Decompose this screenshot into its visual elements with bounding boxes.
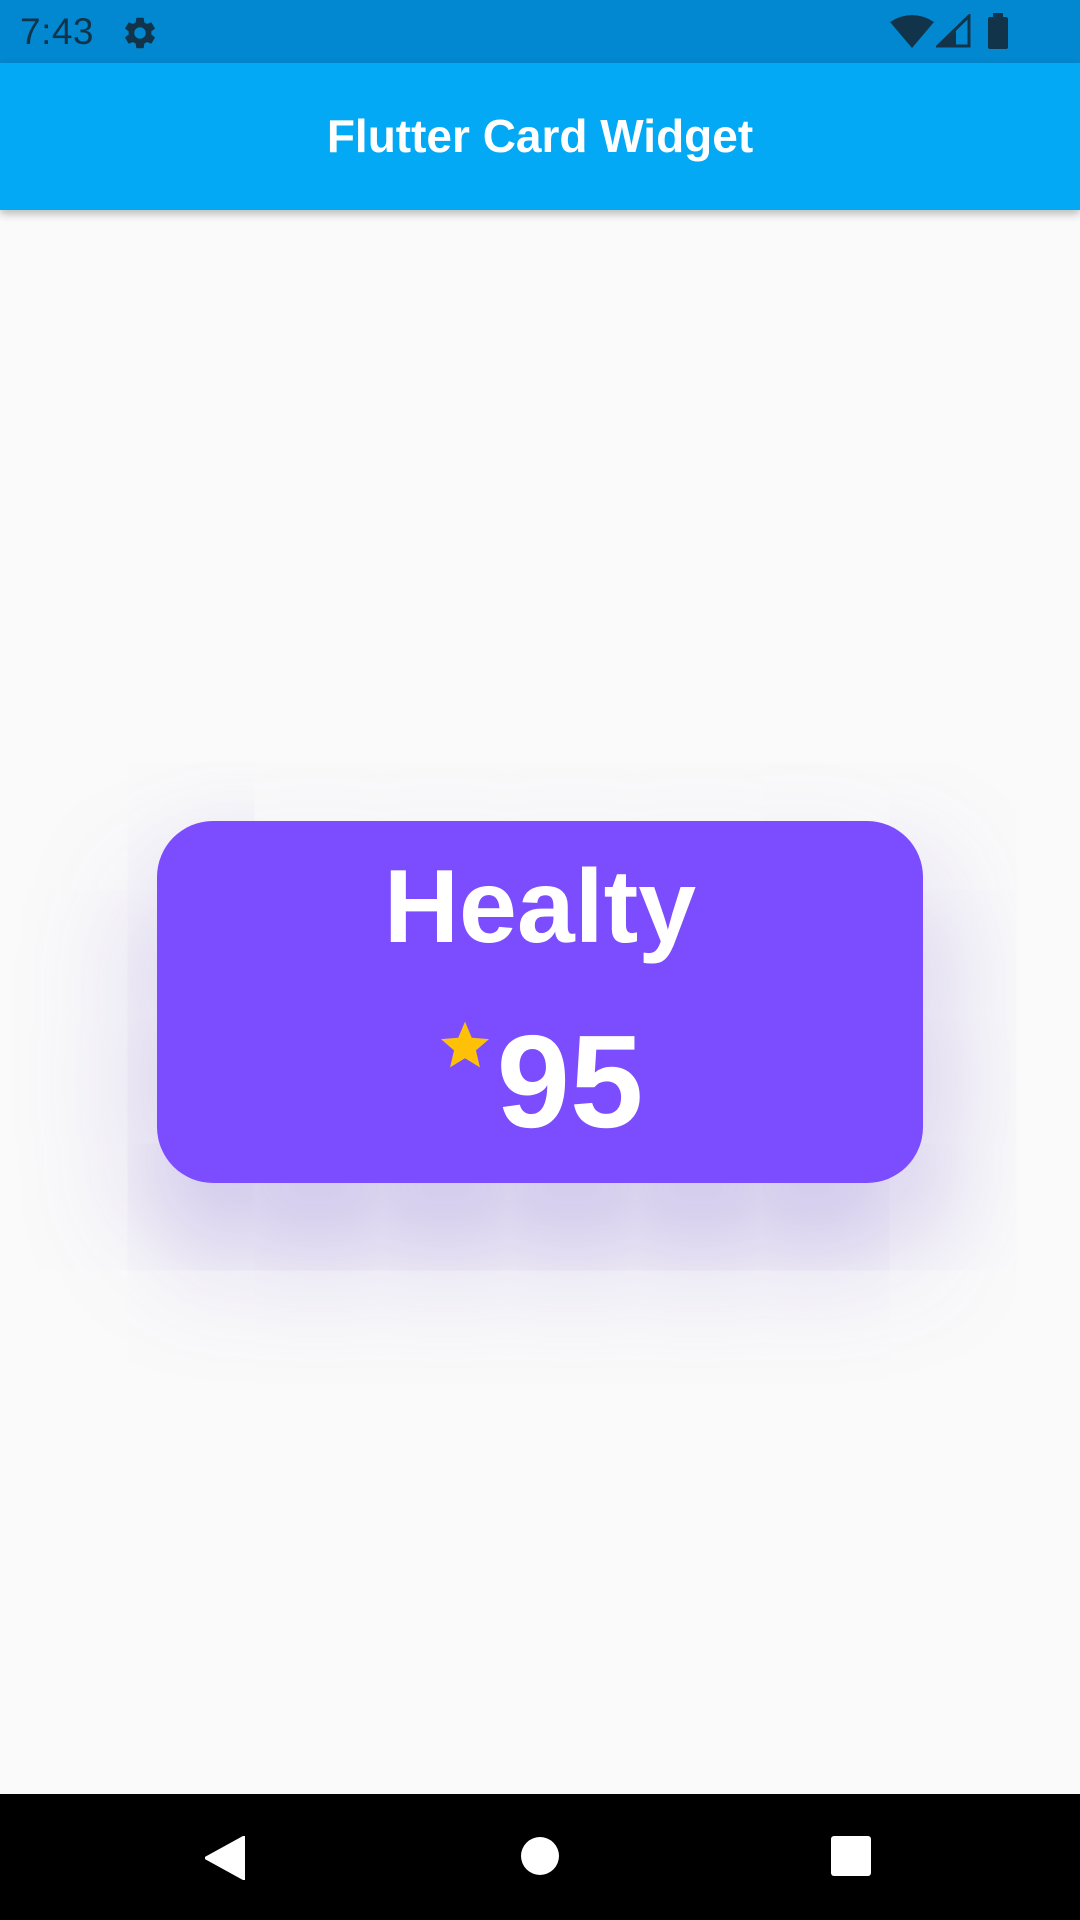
health-card: Healty 95 [157, 821, 923, 1183]
app-bar-title: Flutter Card Widget [326, 110, 754, 162]
wifi-icon [890, 15, 934, 48]
app-bar: Flutter Card Widget [0, 63, 1080, 210]
recents-icon[interactable] [831, 1836, 871, 1876]
battery-icon [988, 13, 1008, 49]
status-bar: 7:43 [0, 0, 1080, 63]
back-icon[interactable] [205, 1836, 245, 1880]
home-icon[interactable] [520, 1836, 560, 1876]
status-icons [880, 0, 1080, 63]
card-title: Healty [383, 849, 697, 965]
status-time: 7:43 [20, 11, 95, 52]
gear-icon [125, 17, 155, 49]
card-score: 95 [496, 1008, 644, 1155]
nav-bar [0, 1794, 1080, 1920]
card-rating: 95 [157, 1008, 923, 1155]
star-icon [440, 1021, 489, 1068]
cell-signal-icon [936, 14, 971, 48]
